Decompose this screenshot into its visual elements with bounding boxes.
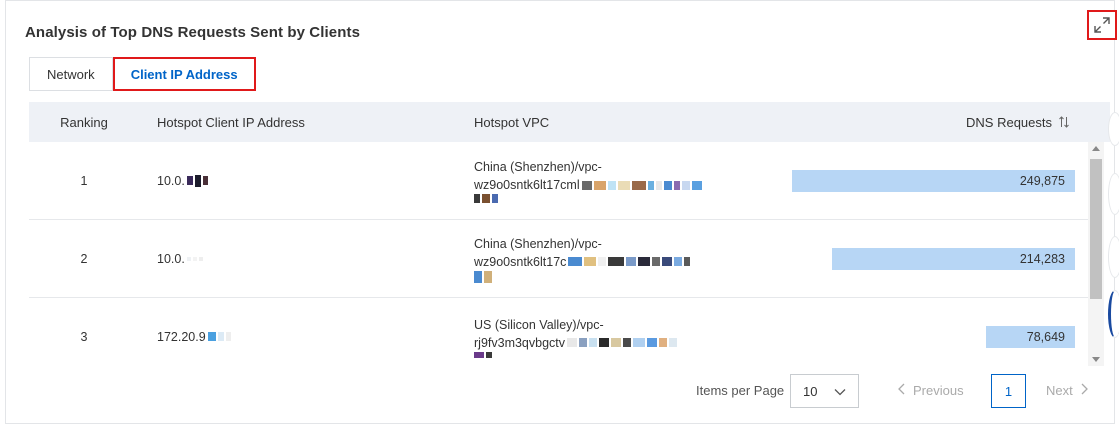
row-vpc: US (Silicon Valley)/vpc- rj9fv3m3qvbgctv [457,298,775,369]
row-dns-requests: 214,283 [775,220,1093,298]
row-ranking: 2 [80,251,88,266]
dns-requests-value: 78,649 [1026,329,1065,344]
row-client-ip: 172.20.9 [139,298,457,369]
header-dns-requests[interactable]: DNS Requests [775,102,1110,142]
chevron-left-icon [898,383,905,398]
vpc-line-1: China (Shenzhen)/vpc- [474,160,602,174]
previous-label: Previous [913,383,964,398]
redacted-block [474,270,492,283]
header-ranking: Ranking [60,114,108,130]
redacted-block [567,338,678,347]
sort-icon[interactable] [1058,116,1070,128]
row-ranking: 3 [80,329,88,344]
vpc-line-1: US (Silicon Valley)/vpc- [474,317,604,332]
side-edge-decoration [1108,236,1119,278]
row-vpc: China (Shenzhen)/vpc- wz9o0sntk6lt17c [457,220,775,298]
items-per-page-value: 10 [803,383,818,399]
scroll-up-arrow-icon[interactable] [1092,146,1100,151]
page-number-current[interactable]: 1 [991,374,1026,408]
client-ip-text: 172.20.9 [157,329,206,344]
expand-button[interactable] [1087,10,1117,40]
redacted-block [186,256,203,261]
previous-page-button[interactable]: Previous [898,383,964,398]
client-ip-text: 10.0. [157,173,185,188]
panel-title: Analysis of Top DNS Requests Sent by Cli… [25,24,361,41]
next-label: Next [1046,383,1073,398]
row-ranking: 1 [80,173,88,188]
dns-analysis-panel: Analysis of Top DNS Requests Sent by Cli… [5,0,1115,424]
header-client-ip: Hotspot Client IP Address [157,114,305,130]
client-ip-text: 10.0. [157,251,185,266]
scroll-thumb[interactable] [1090,159,1102,299]
vpc-line-2: rj9fv3m3qvbgctv [474,335,566,350]
expand-arrows-icon [1093,16,1111,34]
redacted-block [474,194,498,203]
redacted-block [568,257,691,266]
vpc-line-2: wz9o0sntk6lt17c [474,254,567,269]
next-page-button[interactable]: Next [1046,383,1088,398]
chevron-down-icon [834,384,846,399]
dns-requests-value: 214,283 [1019,251,1065,266]
dns-requests-value: 249,875 [1019,173,1065,188]
dns-requests-bar: 249,875 [792,169,1075,192]
row-vpc: China (Shenzhen)/vpc- wz9o0sntk6lt17cml [457,142,775,220]
row-client-ip: 10.0. [139,220,457,298]
dns-table: Ranking Hotspot Client IP Address Hotspo… [29,102,1110,368]
row-dns-requests: 78,649 [775,298,1093,369]
header-vpc: Hotspot VPC [474,114,550,130]
pagination: Items per Page 10 Previous 1 Next [6,374,1116,408]
table-scrollbar[interactable] [1088,142,1104,366]
side-edge-decoration [1108,173,1119,215]
vpc-line-2: wz9o0sntk6lt17cml [474,178,580,192]
table-row: 3 172.20.9 US (Silicon Valley)/vpc- rj9f… [29,298,1093,368]
redacted-block [581,180,702,190]
redacted-block [186,174,208,187]
scroll-down-arrow-icon[interactable] [1092,357,1100,362]
side-edge-decoration [1108,290,1119,338]
redacted-block [474,351,492,358]
row-client-ip: 10.0. [139,142,457,220]
vpc-line-1: China (Shenzhen)/vpc- [474,236,602,251]
redacted-block [207,332,231,341]
table-header: Ranking Hotspot Client IP Address Hotspo… [29,102,1110,142]
side-edge-decoration [1108,112,1119,146]
items-per-page-label: Items per Page [696,383,785,398]
table-row: 2 10.0. China (Shenzhen)/vpc- wz9o0sntk6… [29,220,1093,298]
header-dns-label: DNS Requests [966,114,1052,130]
chevron-right-icon [1081,383,1088,398]
tab-bar: Network Client IP Address [29,57,256,91]
tab-client-ip-address[interactable]: Client IP Address [112,57,256,91]
items-per-page-select[interactable]: 10 [790,374,859,408]
tab-network[interactable]: Network [29,57,113,91]
dns-requests-bar: 214,283 [832,247,1075,270]
table-row: 1 10.0. China (Shenzhen)/vpc- wz9o0sntk6… [29,142,1093,220]
dns-requests-bar: 78,649 [986,325,1075,348]
row-dns-requests: 249,875 [775,142,1093,220]
